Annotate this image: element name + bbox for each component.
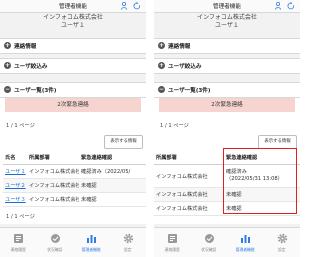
dept-cell: インフォコム株式会社: [27, 178, 79, 193]
table-row: ユーザ１ インフォコム株式会社 確認済み（2022/05/: [3, 164, 146, 179]
table-header: 氏名 所属部署 緊急連絡確認: [3, 150, 146, 165]
emergency-banner: 2次緊急連絡: [159, 98, 295, 112]
display-info-button[interactable]: 表示する情報: [258, 135, 297, 149]
section-user-list[interactable]: − ユーザ一覧(3件): [0, 82, 146, 98]
tab-admin[interactable]: 管理者機能: [227, 228, 264, 257]
minus-icon: −: [158, 86, 165, 93]
display-info-button[interactable]: 表示する情報: [104, 135, 143, 149]
history-icon: [168, 234, 177, 243]
tab-history[interactable]: 連絡履歴: [0, 228, 37, 257]
tab-label: 管理者機能: [81, 247, 101, 252]
col-name: 氏名: [3, 150, 27, 165]
user-name-link[interactable]: ユーザ３: [5, 197, 26, 203]
section-label: ユーザ絞込み: [14, 64, 48, 70]
col-status: 緊急連絡確認: [79, 150, 146, 165]
section-user-filter[interactable]: + ユーザ絞込み: [0, 58, 146, 74]
page-info: 1 / 1 ページ: [6, 123, 35, 129]
gear-icon: [277, 233, 287, 244]
section-label: ユーザ一覧(3件): [168, 88, 211, 94]
tab-label: 設定: [277, 247, 286, 252]
section-label: ユーザ一覧(3件): [14, 88, 57, 94]
minus-icon: −: [4, 86, 11, 93]
user-icon[interactable]: [121, 2, 127, 10]
section-contact-info[interactable]: + 連絡情報: [154, 38, 300, 54]
section-user-list[interactable]: − ユーザ一覧(3件): [154, 82, 300, 98]
user-name: ユーザ１: [215, 22, 239, 29]
dept-cell: インフォコム株式会社: [27, 192, 79, 207]
user-name-link[interactable]: ユーザ２: [5, 183, 26, 189]
tab-admin[interactable]: 管理者機能: [73, 228, 110, 257]
col-dept: 所属部署: [27, 150, 79, 165]
nav-bar: 管理者機能: [154, 0, 300, 13]
company-name: インフォコム株式会社: [43, 14, 103, 21]
tab-label: 連絡履歴: [164, 247, 180, 252]
section-user-filter[interactable]: + ユーザ絞込み: [154, 58, 300, 74]
company-name: インフォコム株式会社: [197, 14, 257, 21]
admin-chart-icon: [87, 235, 96, 243]
plus-icon: +: [4, 62, 11, 69]
tab-label: 状況確認: [47, 247, 63, 252]
tab-label: 管理者機能: [235, 247, 255, 252]
col-dept: 所属部署: [154, 150, 224, 165]
tab-settings[interactable]: 設定: [110, 228, 147, 257]
refresh-icon[interactable]: [133, 2, 141, 10]
user-table: 氏名 所属部署 緊急連絡確認 ユーザ１ インフォコム株式会社 確認済み（2022…: [3, 150, 146, 207]
refresh-icon[interactable]: [287, 2, 295, 10]
tab-label: 連絡履歴: [10, 247, 26, 252]
page-info: 1 / 1 ページ: [160, 123, 189, 129]
history-icon: [14, 234, 23, 243]
dept-cell: インフォコム株式会社: [27, 164, 79, 179]
user-link[interactable]: ユーザ１: [3, 164, 27, 179]
page-info-bottom: 1 / 1 ページ: [6, 214, 35, 220]
user-name-link[interactable]: ユーザ１: [5, 169, 26, 175]
status-icon: [204, 234, 214, 243]
table-row: ユーザ３ インフォコム株式会社 未確認: [3, 192, 146, 207]
user-link[interactable]: ユーザ２: [3, 178, 27, 193]
user-link[interactable]: ユーザ３: [3, 192, 27, 207]
admin-chart-icon: [241, 235, 250, 243]
emergency-banner: 2次緊急連絡: [5, 98, 141, 112]
section-label: 連絡情報: [14, 44, 37, 50]
tab-bar: 連絡履歴 状況確認 管理者機能 設定: [0, 227, 146, 257]
tab-bar: 連絡履歴 状況確認 管理者機能 設定: [154, 227, 300, 257]
highlight-box: [223, 148, 297, 214]
tab-status[interactable]: 状況確認: [37, 228, 74, 257]
section-contact-info[interactable]: + 連絡情報: [0, 38, 146, 54]
user-icon[interactable]: [275, 2, 281, 10]
nav-bar: 管理者機能: [0, 0, 146, 13]
user-name: ユーザ１: [61, 22, 85, 29]
user-list-panel: − ユーザ一覧(3件) 2次緊急連絡 1 / 1 ページ 表示する情報 氏名 所…: [0, 82, 146, 224]
screen-left: 管理者機能 インフォコム株式会社 ユーザ１ + 連絡情報 + ユーザ絞込み − …: [0, 0, 146, 257]
plus-icon: +: [158, 62, 165, 69]
status-cell: 未確認: [79, 178, 146, 193]
status-cell: 未確認: [79, 192, 146, 207]
tab-history[interactable]: 連絡履歴: [154, 228, 191, 257]
dept-cell: インフォコム株式会社: [154, 201, 224, 216]
dept-cell: インフォコム株式会社: [154, 164, 224, 188]
table-row: ユーザ２ インフォコム株式会社 未確認: [3, 178, 146, 193]
tab-label: 設定: [123, 247, 132, 252]
screen-right: 管理者機能 インフォコム株式会社 ユーザ１ + 連絡情報 + ユーザ絞込み − …: [154, 0, 300, 257]
tab-status[interactable]: 状況確認: [191, 228, 228, 257]
section-label: ユーザ絞込み: [168, 64, 202, 70]
plus-icon: +: [4, 42, 11, 49]
status-icon: [50, 234, 60, 243]
status-cell: 確認済み（2022/05/: [79, 164, 146, 179]
dept-cell: インフォコム株式会社: [154, 187, 224, 202]
tab-label: 状況確認: [201, 247, 217, 252]
plus-icon: +: [158, 42, 165, 49]
gear-icon: [123, 233, 133, 244]
section-label: 連絡情報: [168, 44, 191, 50]
tab-settings[interactable]: 設定: [264, 228, 301, 257]
